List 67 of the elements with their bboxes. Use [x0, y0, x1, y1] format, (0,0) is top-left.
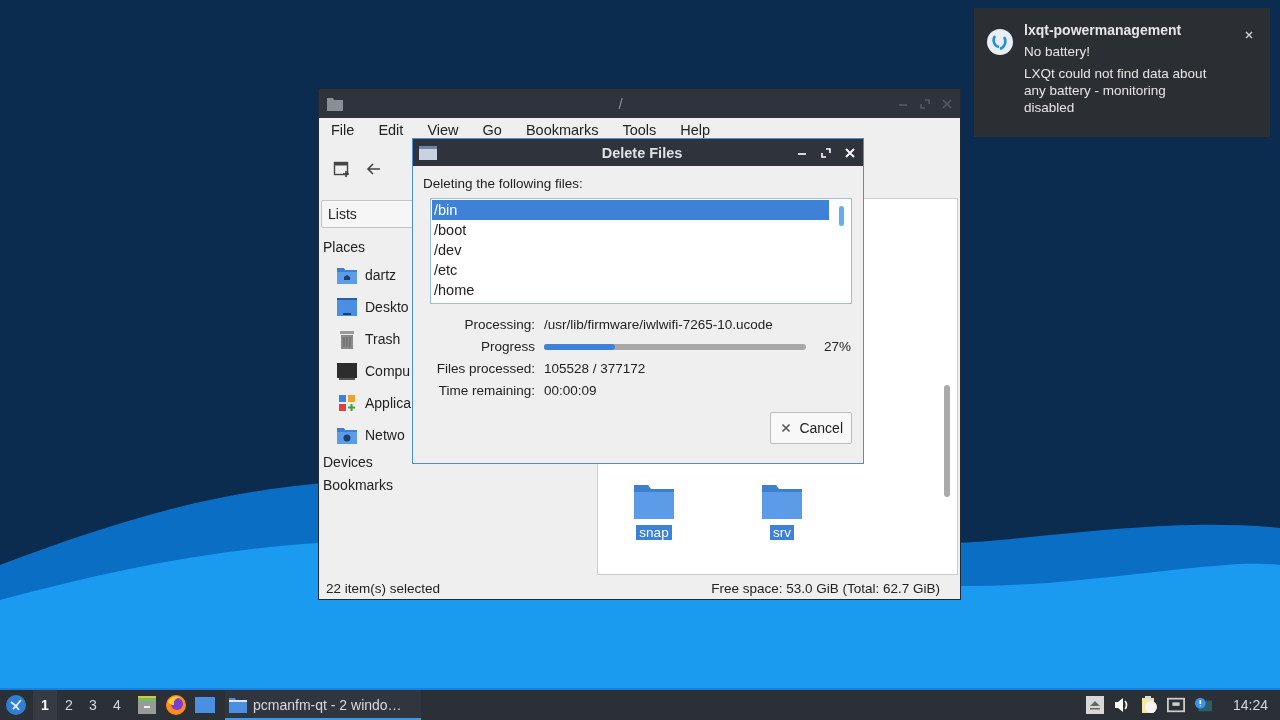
menu-item[interactable]: View	[427, 121, 459, 138]
field-label: Files processed:	[435, 361, 535, 376]
folder-icon[interactable]	[762, 483, 802, 519]
status-text: 22 item(s) selected	[326, 580, 441, 596]
menu-item[interactable]: Go	[482, 121, 502, 138]
scrollbar[interactable]	[944, 385, 950, 497]
field-value: /usr/lib/firmware/iwlwifi-7265-10.ucode	[544, 317, 774, 332]
menu-item[interactable]: Tools	[622, 121, 657, 138]
desktop-switch[interactable]: 3	[81, 690, 105, 720]
applications-icon	[337, 393, 357, 413]
clipboard-icon[interactable]	[1139, 696, 1158, 714]
sidebar-item[interactable]: Netwo	[365, 427, 405, 443]
network-icon[interactable]	[1166, 696, 1185, 714]
task-button[interactable]: pcmanfm-qt - 2 windo…	[225, 690, 421, 720]
sidebar-item[interactable]: Deskto	[365, 299, 409, 315]
free-space-text: Free space: 53.0 GiB (Total: 62.7 GiB)	[711, 580, 940, 596]
eject-icon[interactable]	[1085, 696, 1104, 714]
progress-percent: 27%	[824, 339, 852, 354]
file-list-item[interactable]: /etc	[432, 260, 829, 280]
window-title: /	[617, 95, 624, 112]
computer-icon	[337, 361, 357, 381]
clock[interactable]: 14:24	[1232, 697, 1268, 713]
menu-item[interactable]: Help	[680, 121, 711, 138]
app-logo-icon	[986, 28, 1014, 56]
network-icon	[337, 425, 357, 445]
field-value: 105528 / 377172	[544, 361, 647, 376]
dialog-heading: Deleting the following files:	[423, 176, 584, 191]
cross-icon[interactable]	[781, 423, 792, 433]
menu-item[interactable]: Bookmarks	[525, 121, 599, 138]
file-list-item[interactable]: /dev	[432, 240, 829, 260]
menu-item[interactable]: Edit	[378, 121, 404, 138]
trash-icon	[337, 329, 357, 349]
notification-title: lxqt-powermanagement	[1024, 22, 1183, 38]
desktop-switch[interactable]: 1	[33, 690, 57, 720]
window-title: Delete Files	[600, 144, 684, 161]
start-menu-icon[interactable]	[5, 694, 27, 716]
notification-body: LXQt could not find data about any battery - monitoring disabled	[1024, 65, 1208, 116]
desktop-icon	[337, 297, 357, 317]
file-name[interactable]: snap	[636, 525, 672, 540]
notification-summary: No battery!	[1024, 44, 1092, 59]
sidebar-item[interactable]: dartz	[365, 267, 397, 283]
desktop-icon[interactable]	[194, 694, 216, 716]
folder-icon[interactable]	[634, 483, 674, 519]
cancel-button[interactable]: Cancel	[770, 412, 852, 444]
sidebar-section[interactable]: Bookmarks	[321, 474, 597, 497]
desktop-switch[interactable]: 2	[57, 690, 81, 720]
folder-icon	[327, 96, 343, 111]
sidebar-item[interactable]: Trash	[365, 331, 401, 347]
sidebar-item[interactable]: Compu	[365, 363, 411, 379]
file-name[interactable]: srv	[770, 525, 794, 540]
window-icon	[419, 145, 437, 160]
menu-item[interactable]: File	[331, 121, 355, 138]
file-list-item[interactable]: /bin	[432, 200, 829, 220]
scrollbar[interactable]	[839, 206, 844, 226]
field-label: Progress	[479, 339, 535, 354]
home-icon	[337, 265, 357, 285]
field-value: 00:00:09	[544, 383, 598, 398]
sidebar-item[interactable]: Applica	[365, 395, 411, 411]
file-list-item[interactable]: /home	[432, 280, 829, 300]
window-icon[interactable]	[229, 697, 247, 713]
field-label: Time remaining:	[437, 383, 535, 398]
file-cabinet-icon[interactable]	[136, 694, 158, 716]
browser-icon[interactable]	[165, 694, 187, 716]
desktop-switch[interactable]: 4	[105, 690, 129, 720]
update-notification-icon[interactable]	[1193, 696, 1212, 714]
new-window-icon[interactable]	[333, 159, 351, 178]
field-label: Processing:	[463, 317, 535, 332]
